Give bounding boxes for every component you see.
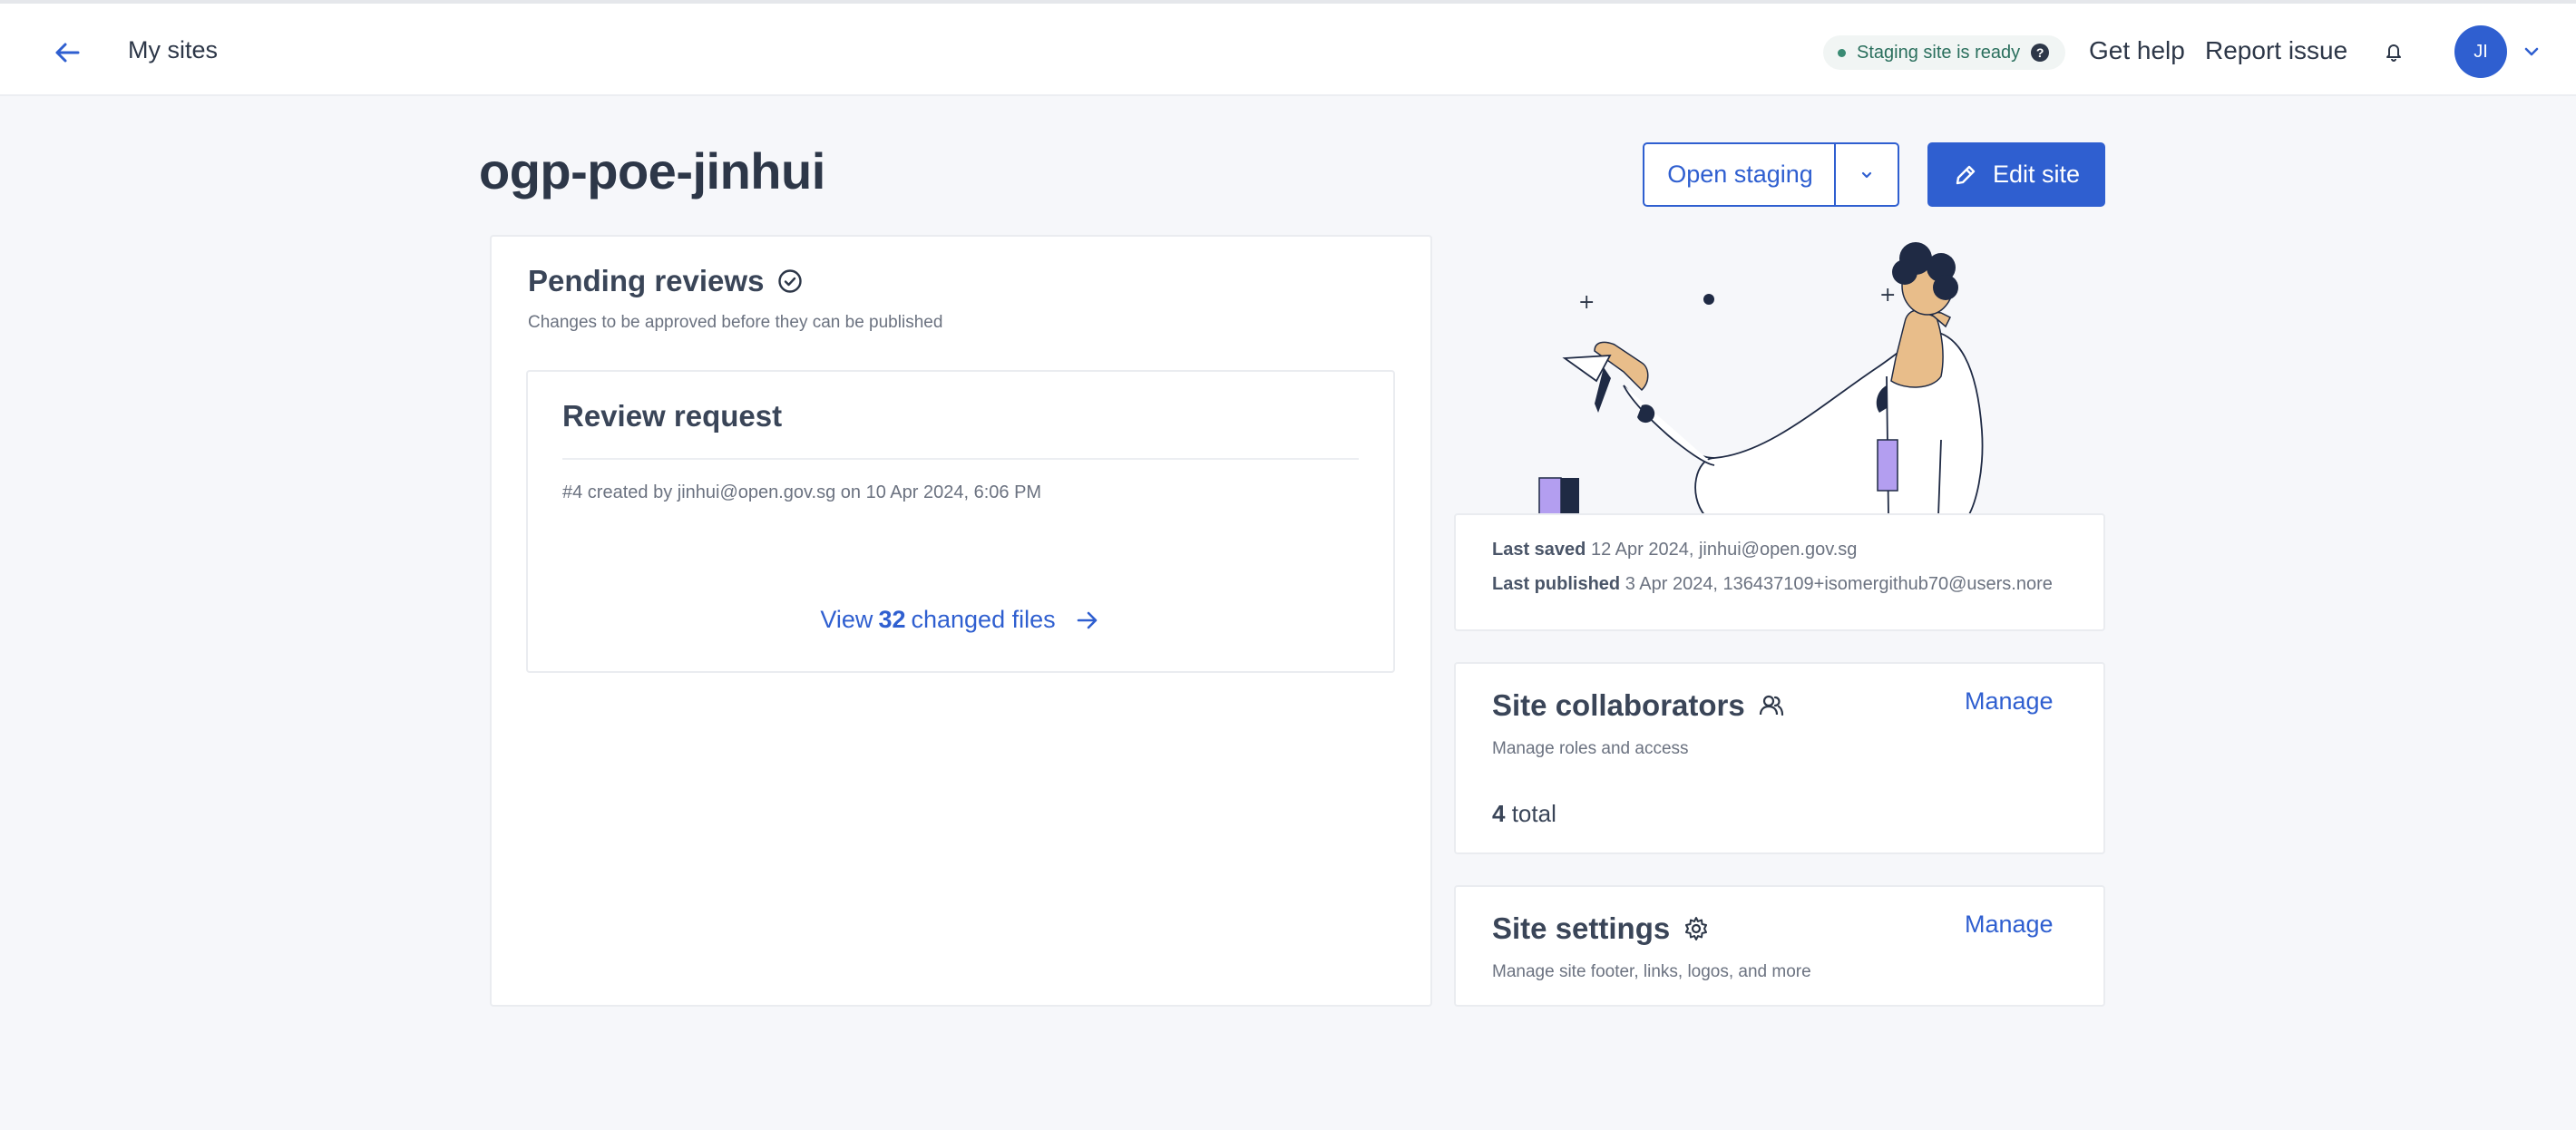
gear-icon: [1685, 917, 1708, 940]
page-title: ogp-poe-jinhui: [479, 142, 825, 200]
last-saved-label: Last saved: [1492, 540, 1586, 560]
check-circle-icon: [778, 269, 803, 293]
bell-icon[interactable]: [2382, 40, 2405, 63]
settings-heading: Site settings: [1492, 911, 1710, 946]
last-saved-row: Last saved 12 Apr 2024, jinhui@open.gov.…: [1492, 540, 2073, 560]
collaborators-count: 4: [1492, 800, 1506, 827]
report-issue-link[interactable]: Report issue: [2205, 36, 2347, 65]
site-settings-card: Site settings Manage Manage site footer,…: [1454, 885, 2105, 1007]
chevron-down-icon[interactable]: [2522, 42, 2542, 62]
last-published-label: Last published: [1492, 574, 1621, 594]
review-request-title: Review request: [562, 399, 783, 433]
pending-reviews-card: Pending reviews Changes to be approved b…: [490, 235, 1432, 1007]
arrow-right-icon: [1077, 611, 1097, 628]
person-illustration: + +: [1538, 242, 1984, 516]
collaborators-subtitle: Manage roles and access: [1492, 739, 1689, 758]
last-saved-value: 12 Apr 2024, jinhui@open.gov.sg: [1590, 540, 1858, 560]
divider: [562, 458, 1359, 460]
svg-text:+: +: [1879, 284, 1896, 307]
settings-subtitle: Manage site footer, links, logos, and mo…: [1492, 962, 1811, 981]
pending-reviews-subtitle: Changes to be approved before they can b…: [528, 313, 943, 332]
view-changed-files-link[interactable]: View 32 changed files: [528, 606, 1393, 634]
review-request-meta: #4 created by jinhui@open.gov.sg on 10 A…: [562, 482, 1042, 502]
staging-status-text: Staging site is ready: [1857, 42, 2021, 63]
last-published-value: 3 Apr 2024, 136437109+isomergithub70@use…: [1625, 574, 2053, 594]
back-arrow-icon[interactable]: [51, 36, 83, 69]
staging-dropdown-button[interactable]: [1834, 142, 1899, 207]
svg-text:+: +: [1578, 291, 1595, 314]
open-staging-button[interactable]: Open staging: [1643, 142, 1836, 207]
status-dot-icon: [1838, 48, 1846, 57]
collaborators-title: Site collaborators: [1492, 688, 1745, 722]
collaborators-total: 4 total: [1492, 800, 1556, 828]
question-mark-icon[interactable]: ?: [2031, 44, 2050, 62]
settings-title: Site settings: [1492, 911, 1671, 945]
review-request-card[interactable]: Review request #4 created by jinhui@open…: [526, 370, 1395, 673]
chevron-down-icon: [1861, 171, 1872, 178]
collaborators-heading: Site collaborators: [1492, 688, 1785, 723]
manage-settings-link[interactable]: Manage: [1965, 911, 2054, 939]
top-navbar: My sites Staging site is ready ? Get hel…: [0, 0, 2576, 96]
avatar[interactable]: JI: [2454, 25, 2507, 78]
site-collaborators-card: Site collaborators Manage Manage roles a…: [1454, 662, 2105, 854]
pending-reviews-heading: Pending reviews: [528, 264, 804, 298]
manage-collaborators-link[interactable]: Manage: [1965, 687, 2054, 716]
edit-site-label: Edit site: [1992, 161, 2081, 188]
changed-files-count: 32: [878, 606, 906, 633]
pending-reviews-title: Pending reviews: [528, 264, 765, 297]
collaborators-count-suffix: total: [1511, 800, 1556, 827]
get-help-link[interactable]: Get help: [2089, 36, 2185, 65]
view-suffix: changed files: [911, 606, 1056, 633]
site-activity-card: Last saved 12 Apr 2024, jinhui@open.gov.…: [1454, 513, 2105, 631]
staging-status-badge: Staging site is ready ?: [1823, 35, 2066, 70]
view-prefix: View: [820, 606, 873, 633]
pencil-icon: [1956, 165, 1976, 184]
users-icon: [1759, 695, 1783, 716]
my-sites-link[interactable]: My sites: [128, 36, 218, 64]
last-published-row: Last published 3 Apr 2024, 136437109+iso…: [1492, 574, 2073, 595]
edit-site-button[interactable]: Edit site: [1927, 142, 2105, 207]
